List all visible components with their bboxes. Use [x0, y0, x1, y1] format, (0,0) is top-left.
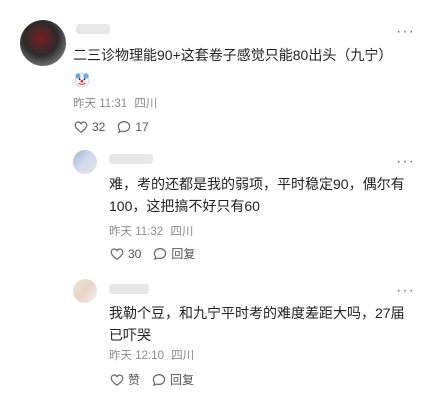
thumb-up-icon: [110, 248, 124, 260]
reply-meta: 昨天 12:10 四川: [109, 349, 198, 363]
location: 四川: [134, 98, 158, 110]
timestamp: 昨天 11:32: [109, 226, 164, 238]
like-button[interactable]: 32: [74, 120, 105, 134]
timestamp: 昨天 11:31: [73, 98, 128, 110]
reply-meta: 昨天 11:32 四川: [109, 225, 197, 239]
username-blurred[interactable]: [76, 24, 110, 34]
clown-emoji-icon: [74, 72, 90, 88]
comment-bubble-icon: [154, 247, 167, 261]
reply-label: 回复: [170, 373, 195, 387]
reply-username-blurred[interactable]: [109, 154, 153, 164]
more-icon[interactable]: ···: [396, 283, 415, 299]
comment-actions: 32 17: [74, 120, 161, 134]
thumb-up-icon: [110, 374, 124, 386]
reply-button[interactable]: 回复: [153, 247, 195, 261]
comment-text: 二三诊物理能90+这套卷子感觉只能80出头（九宁）: [73, 47, 393, 63]
like-label: 赞: [128, 373, 141, 387]
comment-meta: 昨天 11:31 四川: [73, 97, 161, 111]
comment-thread: ··· 二三诊物理能90+这套卷子感觉只能80出头（九宁） 昨天 11:31 四…: [0, 0, 428, 399]
location: 四川: [171, 350, 195, 362]
comment-bubble-icon: [118, 120, 131, 134]
reply-label: 回复: [171, 247, 196, 261]
reply-text: 难，考的还都是我的弱项，平时稳定90，偶尔有 100，这把搞不好只有60: [109, 176, 405, 214]
like-count: 30: [128, 247, 142, 261]
reply-button[interactable]: 17: [117, 120, 149, 134]
like-button[interactable]: 赞: [110, 373, 140, 387]
reply-text: 我勒个豆，和九宁平时考的难度差距大吗，27届 已吓哭: [109, 305, 405, 343]
reply-username-blurred[interactable]: [109, 284, 149, 294]
reply-avatar[interactable]: [73, 279, 97, 303]
avatar[interactable]: [20, 20, 66, 66]
thumb-up-icon: [74, 121, 88, 133]
reply-actions: 赞 回复: [110, 373, 206, 387]
timestamp: 昨天 12:10: [109, 350, 164, 362]
reply-avatar[interactable]: [73, 150, 97, 174]
reply-actions: 30 回复: [110, 247, 207, 261]
reply-count: 17: [135, 120, 149, 134]
more-icon[interactable]: ···: [396, 24, 415, 40]
comment-bubble-icon: [152, 373, 166, 387]
reply-button[interactable]: 回复: [152, 373, 194, 387]
like-button[interactable]: 30: [110, 247, 141, 261]
like-count: 32: [92, 120, 106, 134]
more-icon[interactable]: ···: [396, 154, 415, 170]
location: 四川: [170, 226, 194, 238]
